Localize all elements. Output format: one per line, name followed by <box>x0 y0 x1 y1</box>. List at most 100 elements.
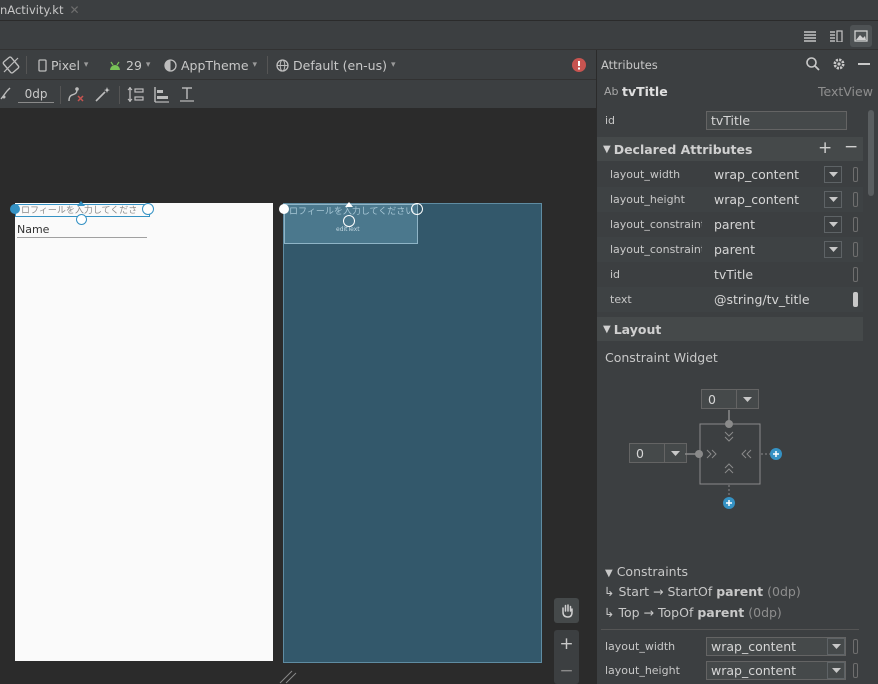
constraint-top-from: Top <box>618 605 640 620</box>
end-anchor[interactable] <box>142 203 154 215</box>
edittext-underline <box>17 237 147 238</box>
minimize-icon[interactable] <box>858 63 870 65</box>
zoom-in-icon[interactable]: + <box>558 634 575 654</box>
attribute-row[interactable]: text @string/tv_title <box>597 287 863 312</box>
attribute-indicator <box>853 663 858 678</box>
chevron-down-icon: ▾ <box>83 60 89 70</box>
resize-handle-icon[interactable] <box>278 670 298 684</box>
device-label: Pixel <box>51 57 80 73</box>
bottom-anchor[interactable] <box>76 214 87 225</box>
attribute-value[interactable]: wrap_content <box>714 192 799 207</box>
attribute-value[interactable]: @string/tv_title <box>714 292 810 307</box>
globe-icon <box>276 58 289 72</box>
layout-attribute-row[interactable]: layout_height wrap_content <box>597 658 863 683</box>
blueprint-surface[interactable]: ロフィールを入力してください editText <box>279 202 542 663</box>
attribute-row[interactable]: layout_constraint... parent <box>597 212 863 237</box>
align-button[interactable] <box>153 86 171 103</box>
theme-selector[interactable]: AppTheme ▾ <box>164 50 257 80</box>
attribute-indicator <box>853 267 858 282</box>
search-icon[interactable] <box>806 57 820 71</box>
design-surface[interactable]: ロフィールを入力してくださ Name <box>10 201 273 661</box>
error-icon[interactable] <box>572 58 586 72</box>
blueprint-end-anchor[interactable] <box>411 203 423 215</box>
zoom-out-icon[interactable]: − <box>558 661 575 681</box>
chevron-down-icon[interactable] <box>664 444 686 462</box>
panel-scrollbar[interactable] <box>868 110 874 196</box>
attribute-value-field[interactable]: wrap_content <box>706 637 846 656</box>
code-view-icon <box>804 31 816 42</box>
android-icon <box>110 61 120 70</box>
blueprint-bottom-anchor[interactable] <box>343 215 355 227</box>
theme-label: AppTheme <box>181 57 249 73</box>
layout-section-header[interactable]: ▼ Layout <box>597 317 863 341</box>
attribute-key: text <box>610 293 632 306</box>
attribute-key: id <box>610 268 621 281</box>
attribute-row[interactable]: layout_height wrap_content <box>597 187 863 212</box>
chevron-down-icon[interactable] <box>824 191 842 208</box>
start-margin-value: 0 <box>636 445 644 461</box>
text-baseline-icon <box>180 87 194 102</box>
attribute-value[interactable]: wrap_content <box>714 167 799 182</box>
constraint-widget-diagram[interactable] <box>685 410 795 515</box>
start-anchor[interactable] <box>10 204 20 214</box>
constraint-start-row[interactable]: ↳ Start → StartOf parent (0dp) <box>604 584 801 599</box>
theme-icon <box>164 58 177 72</box>
blueprint-start-anchor[interactable] <box>279 204 289 214</box>
chevron-down-icon[interactable] <box>827 638 845 655</box>
top-margin-value: 0 <box>708 391 716 407</box>
add-attribute-icon[interactable]: + <box>818 138 832 158</box>
magic-wand-icon <box>95 87 110 102</box>
attribute-indicator <box>853 292 858 307</box>
gear-icon[interactable] <box>832 57 846 71</box>
chevron-down-icon[interactable] <box>824 241 842 258</box>
chevron-down-icon[interactable] <box>824 166 842 183</box>
guidelines-button[interactable] <box>127 86 145 103</box>
design-view-icon <box>854 30 868 42</box>
hand-icon <box>561 604 573 618</box>
autoconnect-icon[interactable] <box>0 87 12 101</box>
id-field[interactable]: tvTitle <box>706 111 847 130</box>
attribute-value-field[interactable]: wrap_content <box>706 661 846 680</box>
orientation-button[interactable] <box>2 56 20 74</box>
attribute-row[interactable]: layout_width wrap_content <box>597 162 863 187</box>
baseline-button[interactable] <box>179 86 195 103</box>
view-mode-bar <box>0 21 878 50</box>
pan-button[interactable] <box>554 598 579 623</box>
attribute-indicator <box>853 217 858 232</box>
constraint-top-row[interactable]: ↳ Top → TopOf parent (0dp) <box>604 605 782 620</box>
device-selector[interactable]: Pixel ▾ <box>38 50 88 80</box>
attribute-row[interactable]: id tvTitle <box>597 262 863 287</box>
attribute-indicator <box>853 242 858 257</box>
remove-attribute-icon[interactable]: − <box>844 137 858 157</box>
blueprint-edittext-label: editText <box>336 226 360 233</box>
edittext-hint: Name <box>17 223 50 236</box>
api-selector[interactable]: 29 ▾ <box>108 50 150 80</box>
top-margin-field[interactable]: 0 <box>701 389 759 409</box>
clear-constraints-button[interactable] <box>67 86 85 103</box>
attribute-value[interactable]: tvTitle <box>714 267 753 282</box>
code-view-button[interactable] <box>799 25 821 47</box>
chevron-down-icon[interactable] <box>827 662 845 679</box>
chevron-down-icon[interactable] <box>824 216 842 233</box>
infer-constraints-button[interactable] <box>94 86 111 103</box>
declared-attributes-header[interactable]: ▼ Declared Attributes + − <box>597 137 863 161</box>
design-view-button[interactable] <box>850 25 872 47</box>
attribute-value[interactable]: parent <box>714 242 755 257</box>
layout-attribute-row[interactable]: layout_width wrap_content <box>597 634 863 659</box>
attribute-row[interactable]: layout_constraint... parent <box>597 237 863 262</box>
align-left-icon <box>154 87 169 103</box>
close-tab-icon[interactable]: ✕ <box>69 3 79 17</box>
default-margin-field[interactable]: 0dp <box>18 85 54 103</box>
chevron-down-icon[interactable] <box>736 390 758 408</box>
constraints-header[interactable]: ▼ Constraints <box>605 564 688 579</box>
split-view-button[interactable] <box>825 25 847 47</box>
divider <box>601 629 859 630</box>
file-tab[interactable]: nActivity.kt ✕ <box>0 0 86 20</box>
start-margin-field[interactable]: 0 <box>629 443 687 463</box>
id-label: id <box>605 114 616 127</box>
top-constraint-arrow <box>77 201 85 206</box>
attribute-value[interactable]: parent <box>714 217 755 232</box>
phone-icon <box>38 58 47 72</box>
rotate-icon <box>2 56 20 74</box>
locale-selector[interactable]: Default (en-us) ▾ <box>276 50 396 80</box>
